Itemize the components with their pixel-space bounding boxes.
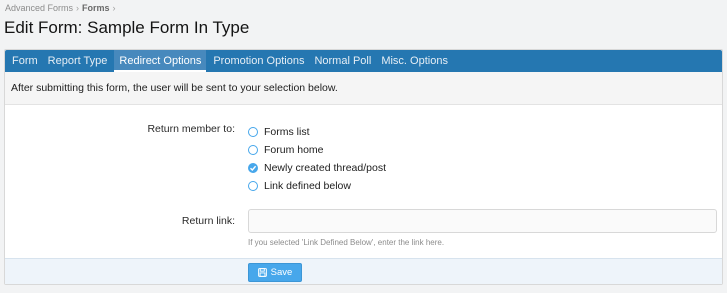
page-title: Edit Form: Sample Form In Type: [4, 18, 250, 37]
tab-report-type[interactable]: Report Type: [43, 50, 113, 72]
radio-button-checked[interactable]: [248, 163, 258, 173]
radio-button[interactable]: [248, 127, 258, 137]
radio-option-label: Link defined below: [264, 180, 351, 192]
tab-form[interactable]: Form: [7, 50, 43, 72]
radio-option-link-defined-below[interactable]: Link defined below: [248, 177, 386, 195]
save-icon: [257, 268, 267, 277]
radio-option-newly-created-thread[interactable]: Newly created thread/post: [248, 159, 386, 177]
return-link-label: Return link:: [181, 215, 235, 227]
breadcrumb-separator: ›: [112, 3, 116, 13]
radio-option-label: Forum home: [264, 144, 324, 156]
tab-misc-options[interactable]: Misc. Options: [376, 50, 453, 72]
radio-option-forms-list[interactable]: Forms list: [248, 123, 386, 141]
radio-button[interactable]: [248, 181, 258, 191]
save-button-label: Save: [270, 267, 293, 278]
return-link-hint: If you selected 'Link Defined Below', en…: [248, 238, 445, 247]
radio-button[interactable]: [248, 145, 258, 155]
radio-option-label: Forms list: [264, 126, 310, 138]
return-link-input[interactable]: [248, 209, 717, 233]
save-button[interactable]: Save: [248, 263, 302, 282]
breadcrumb: Advanced Forms › Forms ›: [5, 3, 116, 13]
tab-normal-poll[interactable]: Normal Poll: [309, 50, 376, 72]
breadcrumb-separator: ›: [76, 3, 80, 13]
breadcrumb-item-forms[interactable]: Forms: [82, 3, 110, 13]
form-footer: Save: [5, 258, 722, 284]
intro-text: After submitting this form, the user wil…: [5, 72, 722, 105]
form-panel: Form Report Type Redirect Options Promot…: [4, 49, 723, 285]
radio-option-label: Newly created thread/post: [264, 162, 386, 174]
tab-redirect-options[interactable]: Redirect Options: [114, 50, 207, 72]
tab-bar: Form Report Type Redirect Options Promot…: [5, 50, 722, 72]
tab-promotion-options[interactable]: Promotion Options: [208, 50, 309, 72]
return-member-radio-group: Forms list Forum home Newly created thre…: [248, 123, 386, 195]
breadcrumb-item-advanced-forms[interactable]: Advanced Forms: [5, 3, 73, 13]
return-member-label: Return member to:: [147, 123, 235, 135]
radio-option-forum-home[interactable]: Forum home: [248, 141, 386, 159]
